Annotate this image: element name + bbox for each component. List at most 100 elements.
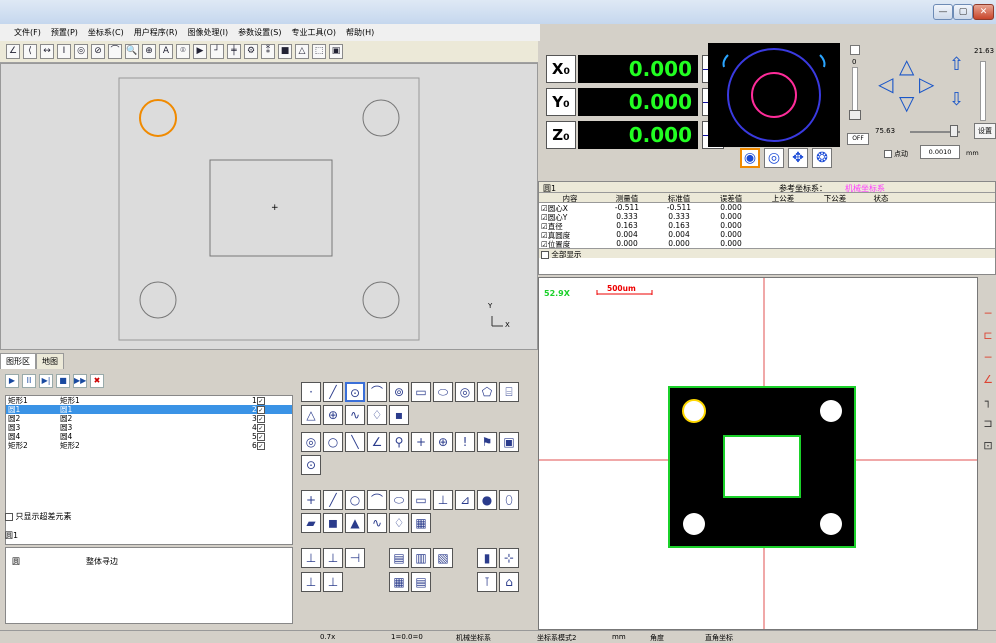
check-icon[interactable]: ✓ [256,441,265,450]
circle2-tool-icon[interactable]: ⊘ [91,44,105,59]
right-arrow-icon[interactable]: ▷ [919,72,934,96]
pt-icon[interactable]: + [301,490,321,510]
check-icon[interactable]: ✓ [256,432,265,441]
arrow-tool-icon[interactable]: ▶ [193,44,207,59]
menu-params[interactable]: 参数设置(S) [238,27,281,38]
triangle-icon[interactable]: △ [301,405,321,425]
arc2-icon[interactable]: ⌒ [367,490,387,510]
polygon-icon[interactable]: ⬠ [477,382,497,402]
pattern-icon[interactable]: ⁑ [261,44,275,59]
menu-help[interactable]: 帮助(H) [346,27,374,38]
vertical-dist-icon[interactable]: I [57,44,71,59]
slot2-icon[interactable]: ⬭ [389,490,409,510]
left-arrow-icon[interactable]: ◁ [878,72,893,96]
slot-icon[interactable]: ⊚ [389,382,409,402]
line-angle-tool-icon[interactable]: ⟨ [23,44,37,59]
black-square-icon[interactable]: ■ [278,44,292,59]
corner-tool2-icon[interactable]: ┐ [980,391,996,413]
shape-icon[interactable]: ♢ [389,513,409,533]
menu-program[interactable]: 用户程序(R) [134,27,178,38]
settings-icon[interactable]: ⚙ [244,44,258,59]
light-off-button[interactable]: OFF [847,133,869,145]
light-slider-thumb[interactable] [849,110,861,120]
play-icon[interactable]: ▶ [5,374,19,388]
menu-preset[interactable]: 预置(P) [51,27,78,38]
target-small-icon[interactable]: ⊙ [301,455,321,475]
angle-tool2-icon[interactable]: ∠ [980,369,996,391]
marker-icon[interactable]: ! [455,432,475,452]
angle-icon[interactable]: ∠ [367,432,387,452]
menu-file[interactable]: 文件(F) [14,27,41,38]
cylinder2-icon[interactable]: ◼ [323,513,343,533]
report2-icon[interactable]: ▥ [411,548,431,568]
bracket2-tool-icon[interactable]: ⊐ [980,413,996,435]
circle2-icon[interactable]: ○ [345,490,365,510]
step-input[interactable]: 0.0010 [920,145,960,159]
quad-light-icon[interactable]: ✥ [788,148,808,168]
curve-icon[interactable]: ∿ [345,405,365,425]
stop-icon[interactable]: ■ [56,374,70,388]
line-tool-icon[interactable]: ─ [980,303,996,325]
z-down-icon[interactable]: ⇩ [949,89,964,110]
only-show-out-of-tolerance[interactable]: 只显示超差元素 [5,511,72,522]
angle-tool-icon[interactable]: ∠ [6,44,20,59]
axis2-icon[interactable]: ⊥ [323,548,343,568]
menu-tools[interactable]: 专业工具(O) [292,27,337,38]
ring2-icon[interactable]: ● [477,490,497,510]
ring-icon[interactable]: ◎ [455,382,475,402]
menu-coord[interactable]: 坐标系(C) [88,27,124,38]
align-icon[interactable]: ⊥ [301,572,321,592]
rect-icon[interactable]: ▭ [411,382,431,402]
target-tool-icon[interactable]: ⊡ [980,435,996,457]
frame-icon[interactable]: ⬚ [312,44,326,59]
circle-tool-icon[interactable]: ◎ [74,44,88,59]
menu-image[interactable]: 图像处理(I) [188,27,229,38]
step-icon[interactable]: ▶| [39,374,53,388]
origin-icon[interactable]: ⊹ [499,548,519,568]
check-icon[interactable]: ✓ [256,414,265,423]
component-icon[interactable]: ▪ [389,405,409,425]
concentric-icon[interactable]: ◎ [301,432,321,452]
corner-tool-icon[interactable]: ┘ [210,44,224,59]
fast-forward-icon[interactable]: ▶▶ [73,374,87,388]
down-arrow-icon[interactable]: ▽ [899,91,914,115]
graphics-area[interactable]: + Y X [0,63,538,350]
speed-thumb[interactable] [950,125,958,137]
cross-tool-icon[interactable]: ╪ [227,44,241,59]
rect2-icon[interactable]: ▭ [411,490,431,510]
angle2-icon[interactable]: ⊿ [455,490,475,510]
line2-icon[interactable]: ╱ [323,490,343,510]
segment-light-icon[interactable]: ❂ [812,148,832,168]
tools-icon[interactable]: ✖ [90,374,104,388]
check-icon[interactable]: ✓ [256,405,265,414]
axis3-icon[interactable]: ⊣ [345,548,365,568]
list-item[interactable]: 矩形2 矩形2 6 ✓ [6,441,292,450]
ring-alt-icon[interactable]: ○ [323,432,343,452]
circle-center-icon[interactable]: ⊙ [345,382,365,402]
ring-light-icon[interactable]: ◉ [740,148,760,168]
check-icon[interactable]: ✓ [256,396,265,405]
up-arrow-icon[interactable]: △ [899,54,914,78]
point-icon[interactable]: · [301,382,321,402]
grid-icon[interactable]: ▦ [411,513,431,533]
checkbox-icon[interactable] [5,512,13,521]
settings-button[interactable]: 设置 [974,123,996,139]
zoom-out-icon[interactable]: ⊕ [142,44,156,59]
image-icon[interactable]: ▣ [499,432,519,452]
cone-icon[interactable]: ▲ [345,513,365,533]
target-icon[interactable]: ⊕ [433,432,453,452]
maximize-button[interactable]: ▢ [953,4,973,20]
magnify-icon[interactable]: ⚲ [389,432,409,452]
point-jog-checkbox[interactable] [884,150,892,158]
tab-map[interactable]: 地图 [36,353,64,369]
export-icon[interactable]: ▤ [411,572,431,592]
cylinder-icon[interactable]: ⌸ [499,382,519,402]
close-button[interactable]: ✕ [973,4,994,20]
light-checkbox[interactable] [850,45,860,55]
ellipse2-icon[interactable]: ⬯ [499,490,519,510]
save-icon[interactable]: ▣ [329,44,343,59]
table-row[interactable]: ☑真圆度 0.004 0.004 0.000 [539,230,995,240]
color-icon[interactable]: ▮ [477,548,497,568]
camera-view[interactable]: 52.9X 500um [538,277,978,630]
minimize-button[interactable]: — [933,4,953,20]
